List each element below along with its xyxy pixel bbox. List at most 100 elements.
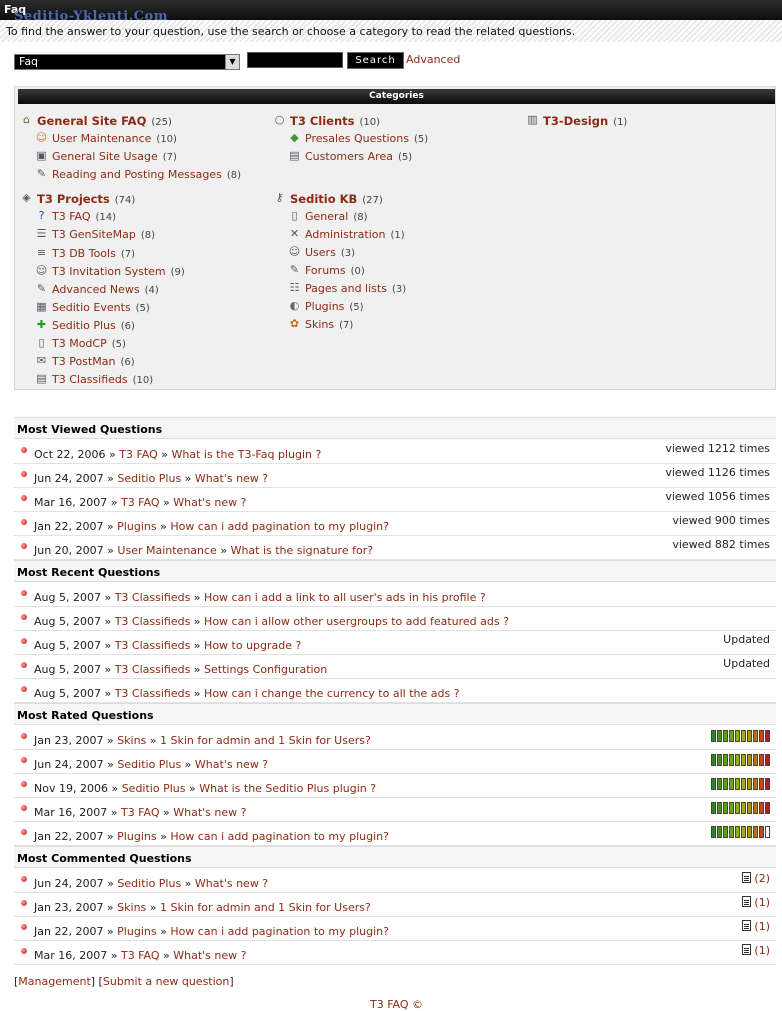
rating-segment <box>747 778 752 790</box>
category-link[interactable]: Forums <box>305 264 346 277</box>
question-category-link[interactable]: T3 FAQ <box>119 448 158 461</box>
question-category-link[interactable]: T3 Classifieds <box>115 663 191 676</box>
note-icon: ✎ <box>36 282 47 295</box>
key-icon: ⚷ <box>275 191 284 204</box>
search-button[interactable]: Search <box>347 52 404 69</box>
category-link[interactable]: Advanced News <box>52 283 140 296</box>
question-category-link[interactable]: Seditio Plus <box>122 782 186 795</box>
comment-count[interactable]: (2) <box>742 872 770 885</box>
question-category-link[interactable]: T3 FAQ <box>121 496 160 509</box>
category-link[interactable]: Plugins <box>305 300 344 313</box>
question-link[interactable]: Settings Configuration <box>204 663 327 676</box>
comment-count[interactable]: (1) <box>742 896 770 909</box>
search-input[interactable] <box>247 52 343 68</box>
question-link[interactable]: What is the signature for? <box>231 544 374 557</box>
question-category-link[interactable]: T3 Classifieds <box>115 591 191 604</box>
management-link[interactable]: Management <box>18 975 90 988</box>
question-category-link[interactable]: Plugins <box>117 830 156 843</box>
category-item: Pages and lists (3) <box>305 282 406 295</box>
category-link[interactable]: Skins <box>305 318 334 331</box>
question-category-link[interactable]: T3 Classifieds <box>115 639 191 652</box>
category-link[interactable]: T3 Classifieds <box>52 373 128 386</box>
category-link[interactable]: Administration <box>305 228 386 241</box>
category-link[interactable]: T3-Design <box>543 114 608 128</box>
copyright: T3 FAQ © <box>370 998 424 1011</box>
category-link[interactable]: Seditio KB <box>290 192 357 206</box>
question-category-link[interactable]: T3 FAQ <box>121 806 160 819</box>
category-link[interactable]: T3 GenSiteMap <box>52 228 136 241</box>
category-count: (9) <box>170 267 185 278</box>
question-category-link[interactable]: T3 Classifieds <box>115 687 191 700</box>
question-link[interactable]: How to upgrade ? <box>204 639 301 652</box>
question-category-link[interactable]: Skins <box>117 734 146 747</box>
question-link[interactable]: 1 Skin for admin and 1 Skin for Users? <box>160 901 371 914</box>
category-link[interactable]: General Site Usage <box>52 150 158 163</box>
question-date: Jun 20, 2007 » <box>34 544 118 557</box>
category-link[interactable]: Seditio Events <box>52 301 131 314</box>
category-link[interactable]: User Maintenance <box>52 132 151 145</box>
category-link[interactable]: T3 FAQ <box>52 210 91 223</box>
question-link[interactable]: What's new ? <box>195 472 268 485</box>
question-link[interactable]: How can i add pagination to my plugin? <box>170 520 389 533</box>
question-date: Jun 24, 2007 » <box>34 877 118 890</box>
category-link[interactable]: Customers Area <box>305 150 393 163</box>
rating-segment <box>717 778 722 790</box>
category-select[interactable]: Faq ▼ <box>14 54 240 70</box>
question-category-link[interactable]: Seditio Plus <box>117 472 181 485</box>
question-category-link[interactable]: Plugins <box>117 520 156 533</box>
bullet-icon <box>21 447 27 453</box>
question-category-link[interactable]: Seditio Plus <box>117 877 181 890</box>
category-link[interactable]: T3 DB Tools <box>52 247 116 260</box>
rating-segment <box>735 778 740 790</box>
search-bar: Faq ▼ Search Advanced <box>14 52 774 70</box>
question-link[interactable]: What's new ? <box>173 496 246 509</box>
question-link[interactable]: How can i add a link to all user's ads i… <box>204 591 486 604</box>
category-link[interactable]: Reading and Posting Messages <box>52 168 222 181</box>
question-category-link[interactable]: T3 Classifieds <box>115 615 191 628</box>
question-category-link[interactable]: Skins <box>117 901 146 914</box>
comment-count[interactable]: (1) <box>742 944 770 957</box>
category-link[interactable]: Seditio Plus <box>52 319 116 332</box>
sql-icon: ≡ <box>36 246 47 259</box>
question-link[interactable]: What's new ? <box>195 758 268 771</box>
category-link[interactable]: Presales Questions <box>305 132 409 145</box>
chevron-down-icon[interactable]: ▼ <box>225 55 239 69</box>
question-category-link[interactable]: Seditio Plus <box>117 758 181 771</box>
question-link[interactable]: How can i change the currency to all the… <box>204 687 459 700</box>
question-link[interactable]: How can i add pagination to my plugin? <box>170 925 389 938</box>
category-select-value: Faq <box>19 55 39 68</box>
question-link[interactable]: What is the T3-Faq plugin ? <box>172 448 322 461</box>
question-link[interactable]: What is the Seditio Plus plugin ? <box>199 782 376 795</box>
category-link[interactable]: T3 Projects <box>37 192 110 206</box>
question-link[interactable]: 1 Skin for admin and 1 Skin for Users? <box>160 734 371 747</box>
category-link[interactable]: T3 Clients <box>290 114 355 128</box>
comment-count[interactable]: (1) <box>742 920 770 933</box>
question-link[interactable]: What's new ? <box>173 949 246 962</box>
rating-segment <box>759 754 764 766</box>
category-count: (8) <box>226 170 241 181</box>
category-link[interactable]: T3 PostMan <box>52 355 115 368</box>
rating-segment <box>729 778 734 790</box>
category-link[interactable]: Users <box>305 246 336 259</box>
submit-question-link[interactable]: Submit a new question <box>103 975 230 988</box>
advanced-search-link[interactable]: Advanced <box>406 53 460 66</box>
question-link[interactable]: How can i add pagination to my plugin? <box>170 830 389 843</box>
category-item: T3 PostMan (6) <box>52 355 135 368</box>
view-count: viewed 1056 times <box>665 490 770 503</box>
question-link[interactable]: What's new ? <box>195 877 268 890</box>
question-category-link[interactable]: T3 FAQ <box>121 949 160 962</box>
question-category-link[interactable]: User Maintenance <box>117 544 216 557</box>
category-link[interactable]: Pages and lists <box>305 282 387 295</box>
question-text: Mar 16, 2007 » T3 FAQ » What's new ? <box>34 496 247 509</box>
category-link[interactable]: T3 Invitation System <box>52 265 166 278</box>
question-category-link[interactable]: Plugins <box>117 925 156 938</box>
category-item: Customers Area (5) <box>305 150 412 163</box>
category-link[interactable]: General <box>305 210 348 223</box>
category-count: (6) <box>120 357 135 368</box>
category-link[interactable]: General Site FAQ <box>37 114 146 128</box>
category-link[interactable]: T3 ModCP <box>52 337 107 350</box>
question-link[interactable]: How can i allow other usergroups to add … <box>204 615 509 628</box>
question-link[interactable]: What's new ? <box>173 806 246 819</box>
view-count: viewed 1126 times <box>665 466 770 479</box>
updated-badge: Updated <box>723 633 770 646</box>
